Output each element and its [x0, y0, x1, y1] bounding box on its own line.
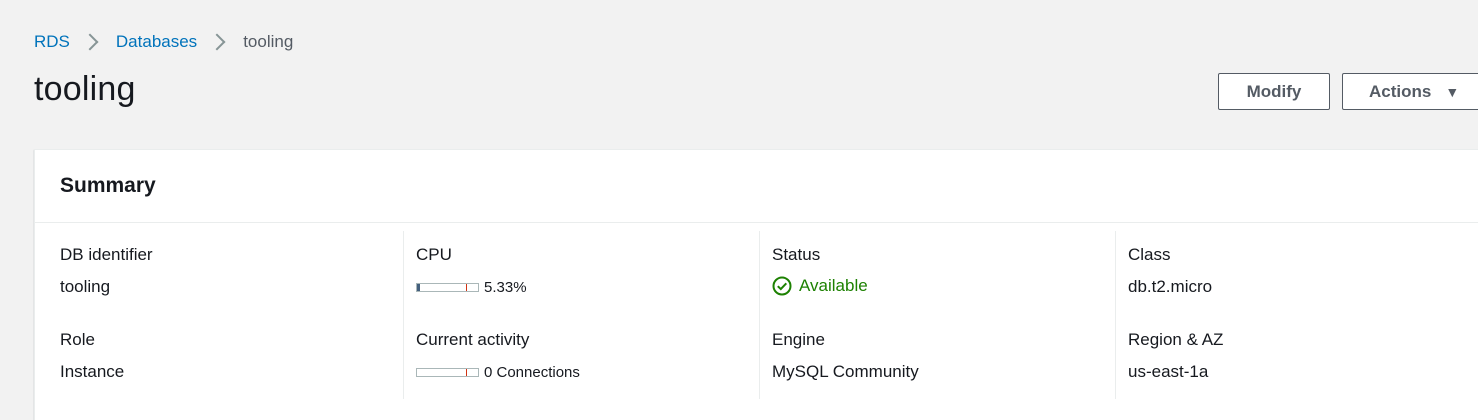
summary-column-4: Class db.t2.micro Region & AZ us-east-1a — [1116, 223, 1476, 400]
summary-column-2: CPU 5.33% Current activity 0 Connections — [404, 223, 759, 400]
status-check-circle-icon — [772, 276, 792, 296]
actions-button-label: Actions — [1369, 81, 1432, 101]
region-az-label: Region & AZ — [1128, 330, 1224, 349]
region-az-value: us-east-1a — [1128, 362, 1209, 381]
summary-panel: Summary DB identifier tooling Role Insta… — [34, 149, 1478, 420]
cpu-meter-bar — [416, 283, 479, 292]
modify-button-label: Modify — [1246, 81, 1302, 101]
engine-label: Engine — [772, 330, 825, 349]
cpu-meter-fill — [417, 284, 420, 291]
chevron-right-icon — [81, 33, 99, 51]
connections-meter[interactable]: 0 Connections — [416, 364, 580, 381]
chevron-right-icon — [208, 33, 226, 51]
engine-value: MySQL Community — [772, 362, 919, 381]
cpu-meter: 5.33% — [416, 279, 527, 296]
breadcrumb: RDS Databases tooling — [34, 31, 293, 53]
summary-column-3: Status Available Engine MySQL Community — [760, 223, 1115, 400]
connections-value: 0 Connections — [484, 364, 580, 381]
cpu-value: 5.33% — [484, 279, 527, 296]
summary-column-1: DB identifier tooling Role Instance — [35, 223, 403, 400]
class-value: db.t2.micro — [1128, 277, 1213, 296]
actions-dropdown-button[interactable]: Actions ▼ — [1342, 73, 1478, 110]
class-label: Class — [1128, 245, 1171, 264]
cpu-label: CPU — [416, 245, 452, 264]
db-identifier-label: DB identifier — [60, 245, 153, 264]
role-label: Role — [60, 330, 95, 349]
status-text: Available — [799, 276, 868, 295]
modify-button[interactable]: Modify — [1218, 73, 1330, 110]
status-value: Available — [772, 276, 868, 296]
summary-title: Summary — [60, 174, 156, 197]
status-label: Status — [772, 245, 821, 264]
connections-meter-threshold — [466, 369, 467, 376]
connections-meter-bar — [416, 368, 479, 377]
page-title: tooling — [34, 70, 136, 108]
summary-header: Summary — [35, 150, 1478, 223]
breadcrumb-link-rds[interactable]: RDS — [34, 32, 70, 52]
caret-down-icon: ▼ — [1445, 83, 1460, 100]
breadcrumb-link-databases[interactable]: Databases — [116, 32, 197, 52]
breadcrumb-current: tooling — [243, 32, 294, 51]
summary-grid: DB identifier tooling Role Instance CPU … — [35, 223, 1478, 420]
role-value: Instance — [60, 362, 125, 381]
current-activity-label: Current activity — [416, 330, 530, 349]
db-identifier-value: tooling — [60, 277, 111, 296]
cpu-meter-threshold — [466, 284, 467, 291]
